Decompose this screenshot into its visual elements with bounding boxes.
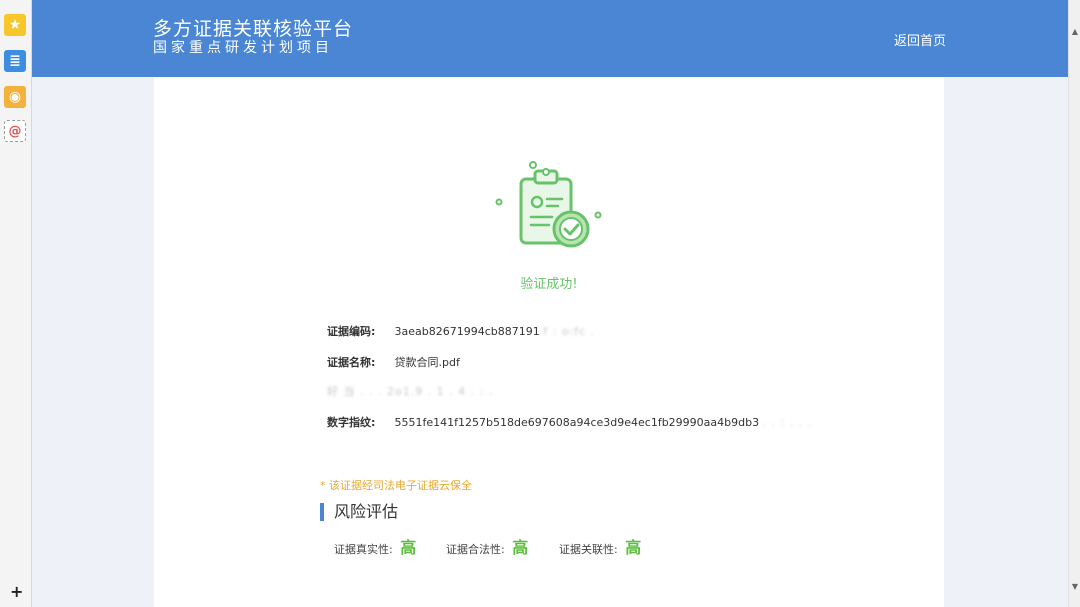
preservation-note: * 该证据经司法电子证据云保全: [320, 479, 472, 492]
weibo-icon[interactable]: ◉: [4, 86, 26, 108]
add-icon[interactable]: +: [10, 582, 23, 601]
evidence-code-value: 3aeab82671994cb887191: [394, 325, 540, 338]
risk-label: 证据关联性:: [559, 543, 618, 556]
evidence-name-value: 贷款合同.pdf: [394, 356, 460, 369]
browser-sidebar: ★ ≣ ◉ @ +: [0, 0, 32, 607]
page-header: 多方证据关联核验平台 国家重点研发计划项目 返回首页: [32, 0, 1068, 77]
risk-item-relevance: 证据关联性: 高: [559, 534, 641, 558]
evidence-code-row: 证据编码: 3aeab82671994cb887191 f : o:fc .: [327, 323, 595, 339]
home-link[interactable]: 返回首页: [894, 30, 946, 49]
risk-item-authenticity: 证据真实性: 高: [334, 534, 416, 558]
star-icon[interactable]: ★: [4, 14, 26, 36]
scrollbar[interactable]: ▲ ▼: [1068, 0, 1080, 607]
fingerprint-blurred: . . : . . .: [762, 416, 813, 429]
fingerprint-row: 数字指纹: 5551fe141f1257b518de697608a94ce3d9…: [327, 414, 812, 430]
risk-label: 证据真实性:: [334, 543, 393, 556]
mail-icon[interactable]: @: [4, 120, 26, 142]
blurred-text: 好 当 . . . 2o1.9 . 1 . 4 . : .: [327, 385, 494, 398]
scroll-up-icon[interactable]: ▲: [1070, 26, 1080, 38]
success-message: 验证成功!: [520, 277, 578, 292]
platform-subtitle: 国家重点研发计划项目: [153, 40, 333, 56]
evidence-code-blurred: f : o:fc .: [543, 325, 596, 338]
scroll-down-icon[interactable]: ▼: [1070, 581, 1080, 593]
result-card: 验证成功! 证据编码: 3aeab82671994cb887191 f : o:…: [154, 77, 944, 607]
risk-item-legality: 证据合法性: 高: [446, 534, 528, 558]
clipboard-check-icon: [495, 161, 602, 248]
risk-label: 证据合法性:: [446, 543, 505, 556]
fingerprint-value: 5551fe141f1257b518de697608a94ce3d9e4ec1f…: [394, 416, 760, 429]
note-icon[interactable]: ≣: [4, 50, 26, 72]
blurred-row: 好 当 . . . 2o1.9 . 1 . 4 . : .: [327, 383, 493, 399]
risk-assessment-title: 风险评估: [320, 503, 398, 521]
risk-level: 高: [512, 538, 529, 557]
risk-level: 高: [625, 538, 642, 557]
evidence-name-row: 证据名称: 贷款合同.pdf: [327, 354, 460, 370]
evidence-name-label: 证据名称:: [327, 356, 376, 369]
evidence-code-label: 证据编码:: [327, 325, 376, 338]
fingerprint-label: 数字指纹:: [327, 416, 376, 429]
risk-level: 高: [400, 538, 417, 557]
